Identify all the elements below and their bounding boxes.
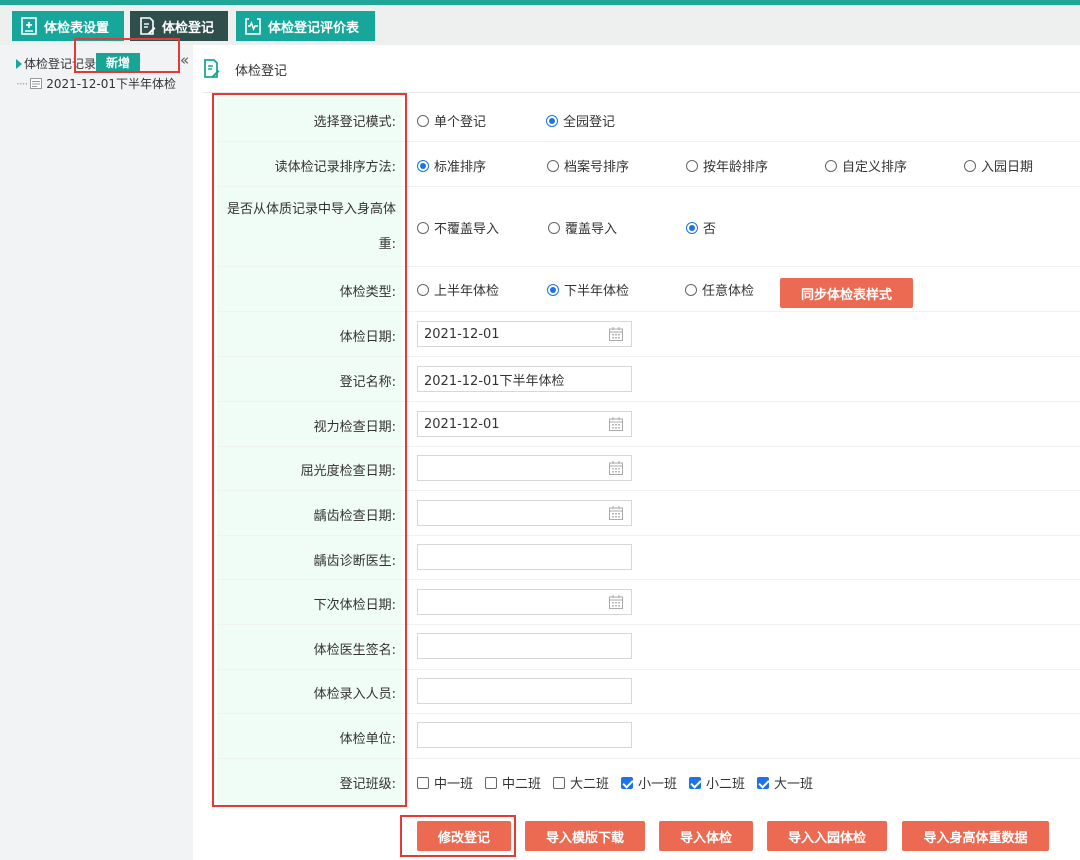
entry-person-label: 体检录入人员: <box>313 687 396 702</box>
tree-child-label: 2021-12-01下半年体检 <box>46 77 177 91</box>
tab-label: 体检表设置 <box>44 20 110 36</box>
row-divider <box>217 624 1080 625</box>
next-date-input[interactable] <box>417 589 632 615</box>
tab-label: 体检登记 <box>162 20 215 36</box>
radio-type-first-half[interactable]: 上半年体检 <box>417 280 499 299</box>
row-divider <box>217 669 1080 670</box>
calendar-icon[interactable] <box>608 416 624 432</box>
import-entry-exam-button[interactable]: 导入入园体检 <box>767 821 887 851</box>
radio-import-no-overwrite[interactable]: 不覆盖导入 <box>417 218 499 237</box>
document-edit-icon <box>136 15 158 37</box>
caries-date-label: 龋齿检查日期: <box>313 509 396 524</box>
radio-sort-file-no[interactable]: 档案号排序 <box>547 156 629 175</box>
header-divider <box>203 92 1080 93</box>
next-date-label: 下次体检日期: <box>313 598 396 613</box>
radio-mode-single[interactable]: 单个登记 <box>417 111 486 130</box>
tree-root-node[interactable]: 体检登记记录 <box>16 55 96 72</box>
radio-type-second-half[interactable]: 下半年体检 <box>547 280 629 299</box>
radio-sort-custom[interactable]: 自定义排序 <box>825 156 907 175</box>
radio-sort-standard[interactable]: 标准排序 <box>417 156 486 175</box>
row-divider <box>217 490 1080 491</box>
calendar-icon[interactable] <box>608 594 624 610</box>
checkbox-class[interactable]: 大二班 <box>553 773 609 792</box>
row-divider <box>217 579 1080 580</box>
collapse-icon[interactable]: « <box>180 53 189 68</box>
row-divider <box>217 535 1080 536</box>
checkbox-class[interactable]: 中二班 <box>485 773 541 792</box>
exam-date-input[interactable]: 2021-12-01 <box>417 321 632 347</box>
vision-date-label: 视力检查日期: <box>313 420 396 435</box>
template-download-button[interactable]: 导入模版下载 <box>525 821 645 851</box>
row-divider <box>217 311 1080 312</box>
import-height-weight-button[interactable]: 导入身高体重数据 <box>902 821 1049 851</box>
tree-connector: ···· <box>16 76 28 91</box>
tab-label: 体检登记评价表 <box>268 20 360 36</box>
exam-date-label: 体检日期: <box>339 330 396 345</box>
reg-name-input[interactable]: 2021-12-01下半年体检 <box>417 366 632 392</box>
row-divider <box>217 401 1080 402</box>
expand-triangle-icon[interactable] <box>16 58 22 69</box>
caries-doctor-label: 龋齿诊断医生: <box>313 554 396 569</box>
checkbox-class[interactable]: 小一班 <box>621 773 677 792</box>
sort-label: 读体检记录排序方法: <box>274 160 396 175</box>
row-divider <box>217 356 1080 357</box>
doctor-sign-input[interactable] <box>417 633 632 659</box>
tab-exam-form-settings[interactable]: 体检表设置 <box>12 11 124 41</box>
vision-date-input[interactable]: 2021-12-01 <box>417 411 632 437</box>
page-header: 体检登记 <box>203 59 287 79</box>
refraction-date-label: 屈光度检查日期: <box>300 464 396 479</box>
checkbox-class[interactable]: 小二班 <box>689 773 745 792</box>
unit-input[interactable] <box>417 722 632 748</box>
refraction-date-input[interactable] <box>417 455 632 481</box>
tab-exam-evaluation[interactable]: 体检登记评价表 <box>236 11 375 41</box>
unit-label: 体检单位: <box>339 732 396 747</box>
calendar-icon[interactable] <box>608 460 624 476</box>
radio-import-overwrite[interactable]: 覆盖导入 <box>548 218 617 237</box>
left-tree-pane: 体检登记记录 新增 « ···· 2021-12-01下半年体检 <box>0 45 193 860</box>
radio-sort-age[interactable]: 按年龄排序 <box>686 156 768 175</box>
mode-label: 选择登记模式: <box>313 115 396 130</box>
tree-root-label: 体检登记记录 <box>24 57 97 71</box>
classes-label: 登记班级: <box>339 777 396 792</box>
checkbox-class[interactable]: 大一班 <box>757 773 813 792</box>
sync-form-style-button[interactable]: 同步体检表样式 <box>780 278 913 308</box>
row-divider <box>217 266 1080 267</box>
import-hw-label: 是否从体质记录中导入身高体重: <box>226 202 396 252</box>
caries-doctor-input[interactable] <box>417 544 632 570</box>
row-divider <box>217 141 1080 142</box>
import-exam-button[interactable]: 导入体检 <box>659 821 753 851</box>
row-divider <box>217 758 1080 759</box>
record-doc-icon <box>30 78 43 89</box>
checkbox-class[interactable]: 中一班 <box>417 773 473 792</box>
row-divider <box>217 186 1080 187</box>
radio-import-no[interactable]: 否 <box>686 218 716 237</box>
radio-sort-entry-date[interactable]: 入园日期 <box>964 156 1033 175</box>
caries-date-input[interactable] <box>417 500 632 526</box>
modify-registration-button[interactable]: 修改登记 <box>417 821 511 851</box>
tab-exam-registration[interactable]: 体检登记 <box>130 11 228 41</box>
tab-bar: 体检表设置 体检登记 体检登记评价表 <box>0 5 1080 45</box>
row-divider <box>217 713 1080 714</box>
clipboard-plus-icon <box>18 15 40 37</box>
reg-name-label: 登记名称: <box>339 375 396 390</box>
page-title: 体检登记 <box>235 63 288 79</box>
row-divider <box>217 446 1080 447</box>
heart-clipboard-icon <box>242 15 264 37</box>
tree-child-node[interactable]: ···· 2021-12-01下半年体检 <box>16 75 176 92</box>
exam-type-label: 体检类型: <box>339 285 396 300</box>
calendar-icon[interactable] <box>608 326 624 342</box>
radio-type-any[interactable]: 任意体检 <box>685 280 754 299</box>
calendar-icon[interactable] <box>608 505 624 521</box>
entry-person-input[interactable] <box>417 678 632 704</box>
doctor-sign-label: 体检医生签名: <box>313 643 396 658</box>
add-button[interactable]: 新增 <box>96 53 140 71</box>
document-edit-icon <box>204 59 220 78</box>
radio-mode-all[interactable]: 全园登记 <box>546 111 615 130</box>
